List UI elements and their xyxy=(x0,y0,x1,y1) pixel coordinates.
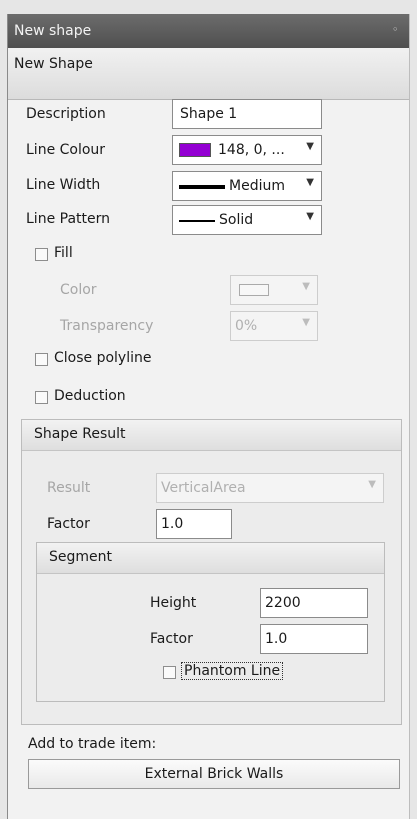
fill-color-select[interactable]: ▼ xyxy=(230,275,318,305)
chevron-down-icon: ▼ xyxy=(302,317,310,328)
transparency-select[interactable]: 0% ▼ xyxy=(230,311,318,341)
chevron-down-icon: ▼ xyxy=(368,479,376,490)
result-label: Result xyxy=(47,480,91,496)
description-input[interactable]: Shape 1 xyxy=(172,99,322,129)
colour-swatch xyxy=(179,143,211,157)
close-polyline-label: Close polyline xyxy=(54,350,152,366)
line-colour-label: Line Colour xyxy=(26,142,106,158)
panel-subheader: New Shape xyxy=(8,48,409,100)
line-width-value: Medium xyxy=(229,178,285,194)
panel-title: New shape xyxy=(14,23,92,39)
phantom-line-label: Phantom Line xyxy=(181,662,284,680)
factor-input[interactable]: 1.0 xyxy=(156,509,232,539)
deduction-checkbox[interactable] xyxy=(35,391,48,404)
close-polyline-checkbox[interactable] xyxy=(35,353,48,366)
pin-icon[interactable]: ◦ xyxy=(392,24,402,35)
height-input[interactable]: 2200 xyxy=(260,588,368,618)
height-label: Height xyxy=(150,595,197,611)
chevron-down-icon: ▼ xyxy=(306,177,314,188)
fill-color-label: Color xyxy=(60,282,97,298)
segment-factor-label: Factor xyxy=(150,631,193,647)
height-value: 2200 xyxy=(265,595,301,611)
shape-result-group: Shape Result Result VerticalArea ▼ Facto… xyxy=(21,419,402,725)
chevron-down-icon: ▼ xyxy=(306,211,314,222)
description-label: Description xyxy=(26,106,106,122)
line-width-select[interactable]: Medium ▼ xyxy=(172,171,322,201)
factor-label: Factor xyxy=(47,516,90,532)
result-value: VerticalArea xyxy=(161,480,246,496)
segment-factor-value: 1.0 xyxy=(265,631,288,647)
line-width-label: Line Width xyxy=(26,177,101,193)
phantom-line-checkbox[interactable] xyxy=(163,666,176,679)
transparency-label: Transparency xyxy=(60,318,154,334)
segment-title: Segment xyxy=(49,549,112,565)
description-value: Shape 1 xyxy=(180,106,238,122)
fill-checkbox[interactable] xyxy=(35,248,48,261)
segment-header: Segment xyxy=(37,543,384,574)
line-pattern-value: Solid xyxy=(219,212,254,228)
fill-color-swatch xyxy=(239,284,269,296)
deduction-label: Deduction xyxy=(54,388,126,404)
factor-value: 1.0 xyxy=(161,516,184,532)
line-width-preview xyxy=(179,185,225,189)
fill-label: Fill xyxy=(54,245,73,261)
segment-group: Segment Height 2200 Factor 1.0 Phantom L… xyxy=(36,542,385,702)
line-colour-value: 148, 0, ... xyxy=(218,142,285,158)
line-pattern-preview xyxy=(179,220,215,222)
new-shape-panel: New shape ◦ New Shape Description Shape … xyxy=(7,14,410,819)
trade-item-button[interactable]: External Brick Walls xyxy=(28,759,400,789)
result-select[interactable]: VerticalArea ▼ xyxy=(156,473,384,503)
shape-result-title: Shape Result xyxy=(34,426,126,442)
shape-result-header: Shape Result xyxy=(22,420,401,451)
segment-factor-input[interactable]: 1.0 xyxy=(260,624,368,654)
trade-item-label: Add to trade item: xyxy=(28,736,157,752)
line-pattern-label: Line Pattern xyxy=(26,211,110,227)
transparency-value: 0% xyxy=(235,318,258,334)
panel-titlebar: New shape ◦ xyxy=(8,14,409,48)
subheader-title: New Shape xyxy=(14,56,93,72)
chevron-down-icon: ▼ xyxy=(302,281,310,292)
line-pattern-select[interactable]: Solid ▼ xyxy=(172,205,322,235)
line-colour-select[interactable]: 148, 0, ... ▼ xyxy=(172,135,322,165)
chevron-down-icon: ▼ xyxy=(306,141,314,152)
